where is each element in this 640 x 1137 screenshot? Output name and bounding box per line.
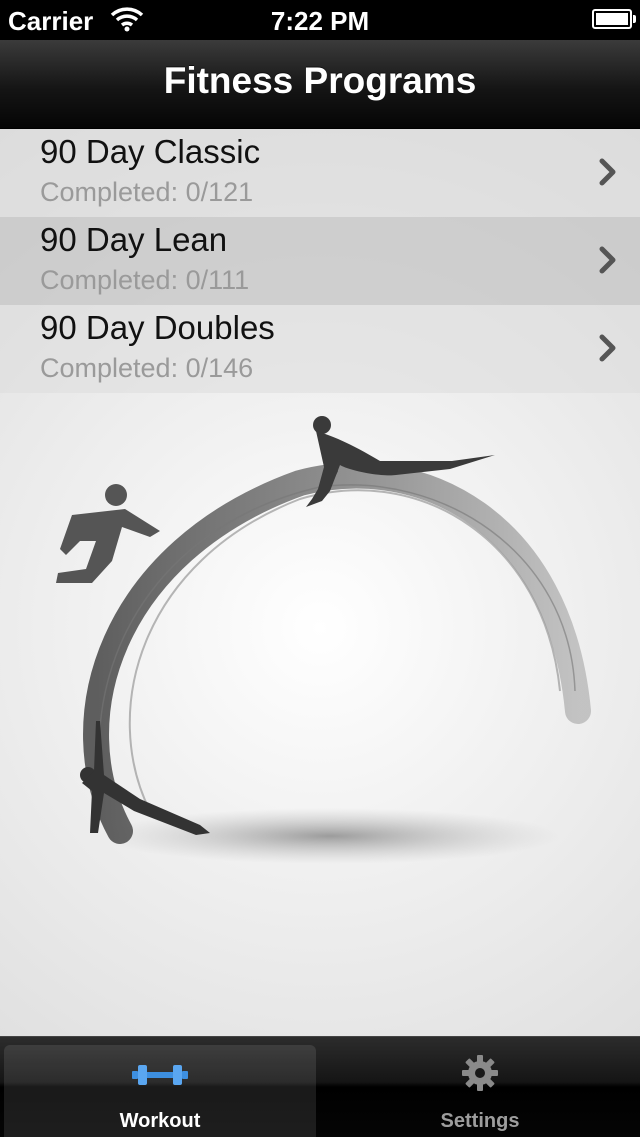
- chevron-right-icon: [594, 333, 620, 363]
- page-title: Fitness Programs: [163, 60, 477, 101]
- program-row-classic[interactable]: 90 Day Classic Completed: 0/121: [0, 129, 640, 217]
- status-time: 7:22 PM: [270, 6, 370, 36]
- nav-bar: Fitness Programs: [0, 40, 640, 129]
- program-name: 90 Day Classic: [40, 133, 261, 170]
- content-area: 90 Day Classic Completed: 0/121 90 Day L…: [0, 129, 640, 1036]
- program-row-lean[interactable]: 90 Day Lean Completed: 0/111: [0, 217, 640, 305]
- tab-bar: Workout Settings: [0, 1036, 640, 1137]
- program-name: 90 Day Doubles: [40, 309, 275, 346]
- tab-label: Settings: [440, 1110, 520, 1132]
- chevron-right-icon: [594, 245, 620, 275]
- chevron-right-icon: [594, 157, 620, 187]
- status-bar: Carrier 7:22 PM: [0, 0, 640, 40]
- program-progress: Completed: 0/121: [40, 177, 254, 207]
- dumbbell-icon: [130, 1061, 190, 1094]
- tab-label: Workout: [119, 1110, 201, 1132]
- tab-settings[interactable]: Settings: [320, 1037, 640, 1137]
- battery-icon: [592, 9, 636, 29]
- program-name: 90 Day Lean: [40, 221, 228, 258]
- program-progress: Completed: 0/111: [40, 265, 250, 295]
- gear-icon: [460, 1053, 500, 1098]
- fitness-illustration: [56, 416, 591, 864]
- tab-workout[interactable]: Workout: [4, 1045, 316, 1137]
- program-row-doubles[interactable]: 90 Day Doubles Completed: 0/146: [0, 305, 640, 393]
- program-progress: Completed: 0/146: [40, 353, 254, 383]
- program-list: 90 Day Classic Completed: 0/121 90 Day L…: [0, 129, 640, 393]
